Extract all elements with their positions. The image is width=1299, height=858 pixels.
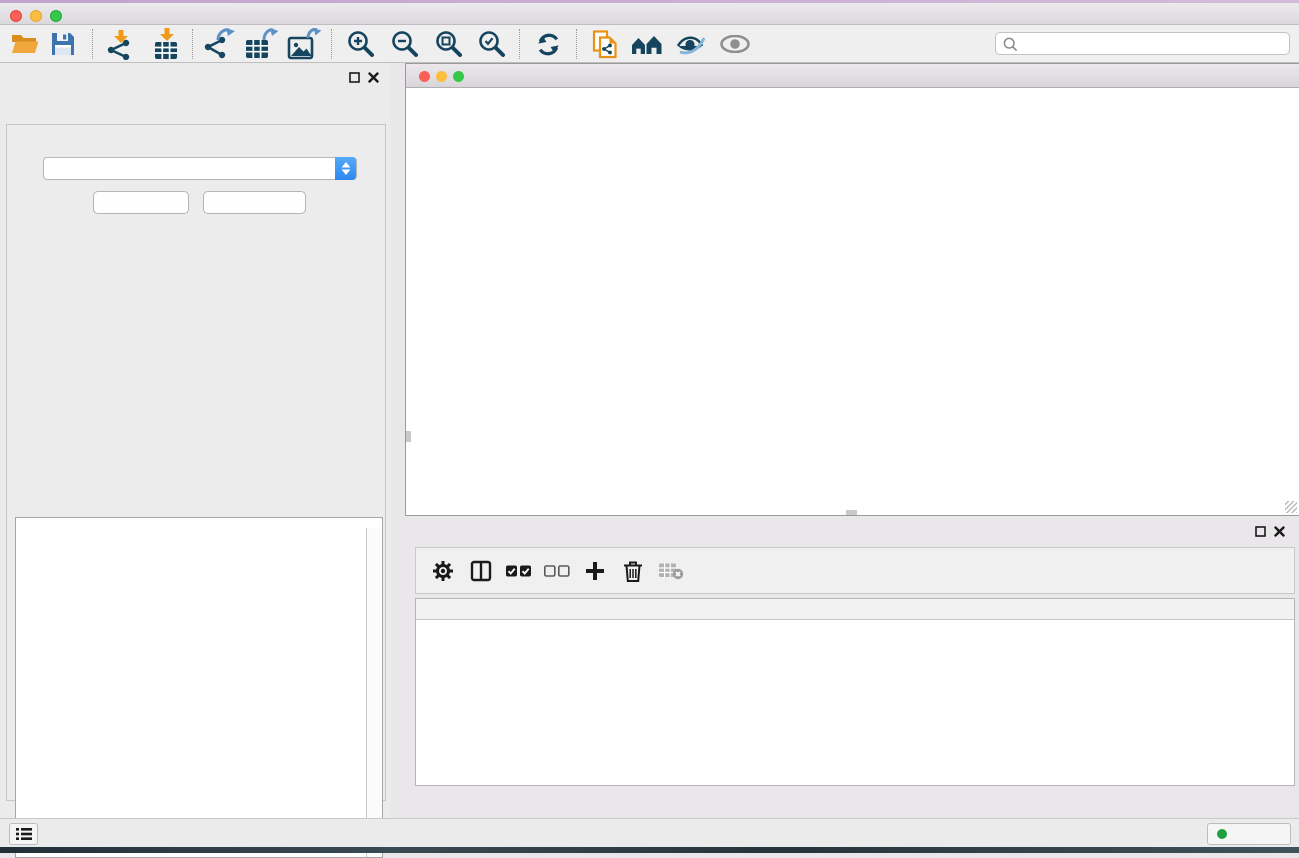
mcds-tab-content	[6, 124, 386, 801]
delete-column-icon[interactable]	[614, 559, 652, 583]
select-all-columns-icon[interactable]	[500, 564, 538, 578]
network-close-traffic-light[interactable]	[419, 71, 430, 82]
network-window-titlebar[interactable]	[406, 64, 1299, 88]
refresh-icon[interactable]	[531, 27, 565, 61]
zoom-out-icon[interactable]	[388, 27, 422, 61]
table-toolbar	[415, 547, 1295, 594]
import-network-icon[interactable]	[103, 27, 137, 61]
zoom-in-icon[interactable]	[344, 27, 378, 61]
mcds-result-list	[16, 528, 365, 856]
control-panel	[0, 63, 391, 818]
list-icon	[16, 827, 32, 841]
table-settings-icon[interactable]	[424, 560, 462, 582]
open-session-icon[interactable]	[8, 27, 42, 61]
status-bar	[0, 818, 1299, 847]
minimize-traffic-light[interactable]	[30, 10, 42, 22]
search-input[interactable]	[1022, 34, 1282, 53]
deselect-all-columns-icon[interactable]	[538, 564, 576, 578]
show-details-icon[interactable]	[718, 27, 752, 61]
save-session-icon[interactable]	[46, 27, 80, 61]
canvas-scroll-nub-vertical[interactable]	[406, 431, 411, 442]
close-panel-button[interactable]	[203, 191, 306, 214]
network-view-window	[405, 63, 1299, 516]
optimization-select[interactable]	[43, 157, 357, 180]
delete-table-icon[interactable]	[652, 561, 690, 580]
float-panel-icon[interactable]	[349, 72, 360, 83]
desktop-strip-bottom	[0, 847, 1299, 853]
table-panel-window-icons	[1255, 526, 1285, 537]
node-table-header	[416, 599, 1294, 620]
main-toolbar	[0, 25, 1299, 63]
table-panel	[405, 516, 1299, 818]
zoom-traffic-light[interactable]	[50, 10, 62, 22]
clone-network-icon[interactable]	[588, 27, 622, 61]
memory-button[interactable]	[1207, 823, 1291, 845]
close-panel-icon[interactable]	[1274, 526, 1285, 537]
export-image-icon[interactable]	[287, 27, 321, 61]
mcds-result-group	[15, 517, 383, 858]
canvas-scroll-nub-horizontal[interactable]	[846, 510, 857, 515]
network-minimize-traffic-light[interactable]	[436, 71, 447, 82]
network-canvas[interactable]	[406, 88, 1299, 515]
search-icon	[1003, 37, 1018, 52]
toolbar-separator	[519, 29, 520, 59]
split-columns-icon[interactable]	[462, 560, 500, 582]
toolbar-separator	[576, 29, 577, 59]
task-history-button[interactable]	[9, 823, 38, 845]
resize-grip-icon[interactable]	[1285, 501, 1297, 513]
search-field	[995, 32, 1290, 55]
export-table-icon[interactable]	[244, 27, 278, 61]
memory-status-icon	[1217, 829, 1227, 839]
result-scrollbar[interactable]	[366, 528, 382, 857]
float-panel-icon[interactable]	[1255, 526, 1266, 537]
window-titlebar	[0, 3, 1299, 25]
zoom-selected-icon[interactable]	[475, 27, 509, 61]
toolbar-separator	[92, 29, 93, 59]
export-network-icon[interactable]	[201, 27, 235, 61]
close-traffic-light[interactable]	[10, 10, 22, 22]
hide-details-icon[interactable]	[673, 27, 707, 61]
toolbar-separator	[331, 29, 332, 59]
node-table	[415, 598, 1295, 786]
close-panel-icon[interactable]	[368, 72, 379, 83]
home-icon[interactable]	[630, 27, 664, 61]
select-stepper-icon[interactable]	[335, 157, 356, 180]
graph-svg	[406, 88, 1298, 516]
control-panel-window-icons	[349, 72, 379, 83]
toolbar-separator	[192, 29, 193, 59]
run-mcds-button[interactable]	[93, 191, 189, 214]
add-column-icon[interactable]	[576, 560, 614, 582]
network-zoom-traffic-light[interactable]	[453, 71, 464, 82]
zoom-fit-icon[interactable]	[432, 27, 466, 61]
import-table-icon[interactable]	[149, 27, 183, 61]
